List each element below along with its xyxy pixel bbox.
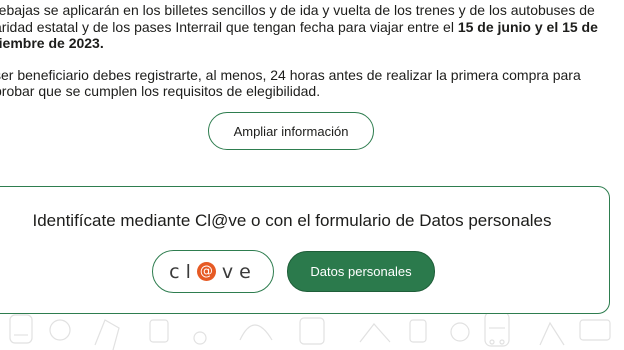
para1-line2: aridad estatal y de los pases Interrail … <box>0 19 624 36</box>
ampliar-informacion-button[interactable]: Ampliar información <box>208 112 374 150</box>
clave-logo-suffix: ve <box>221 260 257 283</box>
clave-logo-icon: @ <box>196 262 216 281</box>
identification-panel <box>0 186 610 314</box>
para2-line1: ser beneficiario debes registrarte, al m… <box>0 66 581 83</box>
para1-line2-dates: 15 de junio y el 15 de <box>457 18 598 35</box>
datos-personales-button[interactable]: Datos personales <box>287 251 435 292</box>
info-text: rebajas se aplicarán en los billetes sen… <box>0 2 624 100</box>
para1-line3: tiembre de 2023. <box>0 35 624 52</box>
identification-title: Identifícate mediante Cl@ve o con el for… <box>32 211 552 230</box>
clave-login-button[interactable]: cl @ ve <box>152 250 274 293</box>
para1-line1: rebajas se aplicarán en los billetes sen… <box>0 2 595 18</box>
para1-line3-dates: tiembre de 2023. <box>0 35 104 51</box>
para2-line2: probar que se cumplen los requisitos de … <box>0 83 321 99</box>
clave-logo-prefix: cl <box>169 260 197 283</box>
para1-line2-text: aridad estatal y de los pases Interrail … <box>0 18 458 35</box>
